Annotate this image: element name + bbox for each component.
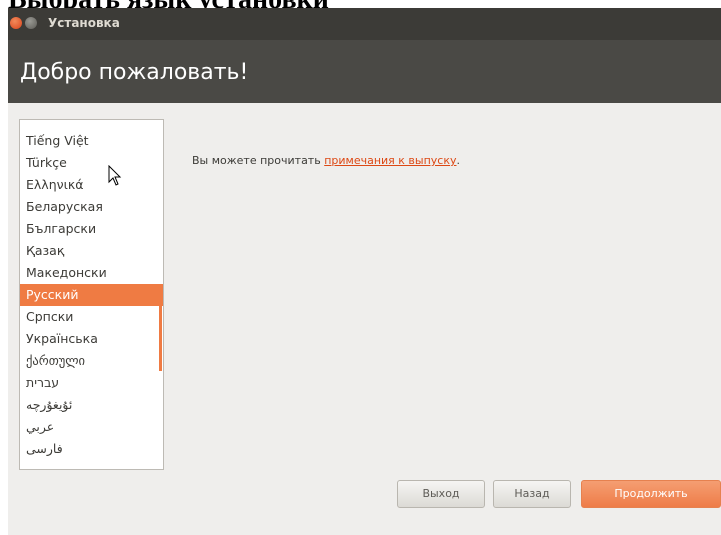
language-item[interactable]: فارسی [20,438,163,460]
language-item[interactable]: Русский [20,284,163,306]
language-item[interactable]: Беларуская [20,196,163,218]
window-title: Установка [48,16,120,30]
language-item[interactable]: Українська [20,328,163,350]
notice-suffix: . [456,154,461,167]
notice-text: Вы можете прочитать [192,154,325,167]
minimize-window-icon[interactable] [25,17,37,29]
list-scroll-indicator[interactable] [159,287,162,371]
release-notes-notice: Вы можете прочитать примечания к выпуску… [192,154,460,167]
language-list-items: Tiếng Việt Türkçe Ελληνικά Беларуская Българ… [20,130,163,460]
mouse-pointer-icon [108,165,122,186]
language-item[interactable]: עברית [20,372,163,394]
back-button[interactable]: Назад [493,480,571,508]
language-list[interactable]: Tiếng Việt Türkçe Ελληνικά Беларуская Българ… [19,119,164,470]
close-window-icon[interactable] [10,17,22,29]
release-notes-link[interactable]: примечания к выпуску [324,154,456,167]
continue-button[interactable]: Продолжить [581,480,721,508]
language-item[interactable]: Қазақ [20,240,163,262]
language-item[interactable]: Български [20,218,163,240]
language-item[interactable]: ئۇيغۇرچە [20,394,163,416]
language-item[interactable]: ქართული [20,350,163,372]
quit-button[interactable]: Выход [397,480,485,508]
language-item[interactable]: Македонски [20,262,163,284]
page-title: Добро пожаловать! [20,60,249,85]
language-item[interactable]: عربي [20,416,163,438]
language-item[interactable]: Ελληνικά [20,174,163,196]
title-bar: Установка [8,8,721,40]
page-header: Добро пожаловать! [8,40,721,103]
language-item[interactable]: Tiếng Việt [20,130,163,152]
language-item[interactable]: Српски [20,306,163,328]
language-item[interactable]: Türkçe [20,152,163,174]
